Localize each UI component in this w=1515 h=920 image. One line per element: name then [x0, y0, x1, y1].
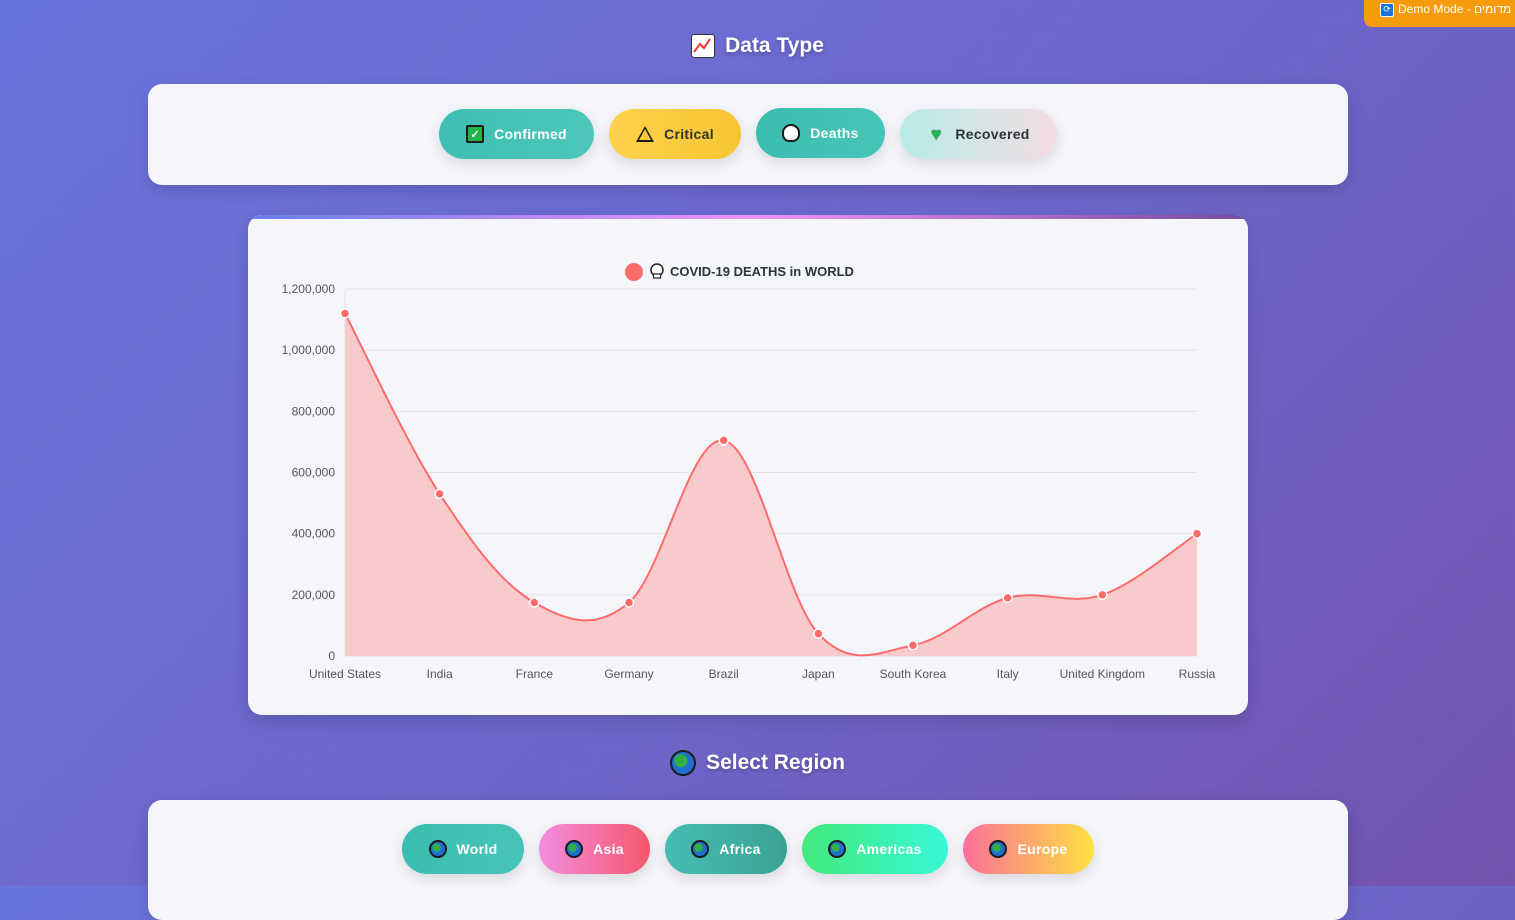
data-type-button-deaths[interactable]: Deaths: [756, 108, 885, 158]
y-tick-label: 0: [328, 649, 335, 663]
data-type-button-critical[interactable]: Critical: [609, 109, 741, 159]
y-tick-label: 800,000: [292, 404, 336, 418]
skull-icon: [650, 263, 664, 279]
region-button-label: Americas: [856, 841, 922, 857]
region-heading: Select Region: [0, 750, 1515, 776]
x-tick-label: South Korea: [880, 667, 947, 681]
x-tick-label: Japan: [802, 667, 835, 681]
data-point: [623, 597, 635, 608]
y-tick-label: 1,200,000: [282, 282, 336, 296]
region-button-americas[interactable]: Americas: [802, 824, 948, 874]
data-type-button-confirmed[interactable]: ✓ Confirmed: [439, 109, 594, 159]
data-point: [529, 597, 540, 608]
globe-icon: [670, 750, 697, 776]
demo-mode-label: Demo Mode - מדומים: [1398, 2, 1512, 16]
y-tick-label: 1,000,000: [282, 343, 336, 357]
data-point: [1002, 592, 1013, 604]
data-type-button-label: Deaths: [810, 125, 859, 141]
refresh-icon: ⟳: [1380, 3, 1394, 17]
data-type-button-label: Critical: [664, 126, 714, 142]
data-type-button-recovered[interactable]: ♥ Recovered: [900, 109, 1057, 159]
globe-icon: [428, 840, 447, 858]
data-type-button-label: Recovered: [955, 126, 1030, 142]
region-panel: World Asia Africa Americas Europe: [148, 800, 1348, 920]
data-type-buttons: ✓ Confirmed Critical Deaths ♥ Recovered: [439, 108, 1057, 159]
heart-icon: ♥: [930, 123, 942, 144]
deaths-chart: 0 200,000 400,000 600,000 800,000 1,000,000 1,…: [282, 263, 1216, 681]
data-point: [907, 640, 919, 651]
data-type-title: Data Type: [725, 34, 824, 57]
x-tick-label: France: [516, 667, 554, 681]
chart-increasing-icon: [691, 34, 716, 58]
series-area: [345, 313, 1197, 656]
x-tick-label: Russia: [1179, 667, 1216, 681]
legend-label: COVID-19 DEATHS in WORLD: [670, 264, 854, 279]
region-button-label: Europe: [1017, 841, 1068, 857]
legend-swatch: [625, 263, 643, 281]
x-tick-label: United Kingdom: [1060, 667, 1145, 681]
y-tick-label: 600,000: [292, 466, 336, 480]
check-icon: ✓: [466, 125, 485, 143]
skull-icon: [782, 124, 801, 142]
globe-icon: [989, 840, 1008, 858]
region-title: Select Region: [706, 751, 845, 774]
chart-card: 0 200,000 400,000 600,000 800,000 1,000,000 1,…: [248, 215, 1248, 715]
x-tick-label: Brazil: [709, 667, 739, 681]
data-point: [718, 435, 729, 446]
data-type-panel: ✓ Confirmed Critical Deaths ♥ Recovered: [148, 84, 1348, 185]
data-point: [1097, 589, 1108, 601]
region-button-label: Africa: [719, 841, 761, 857]
data-point: [339, 308, 351, 319]
globe-icon: [691, 840, 710, 858]
region-button-world[interactable]: World: [402, 824, 524, 874]
region-button-label: Asia: [593, 841, 624, 857]
warning-icon: [636, 126, 655, 142]
x-tick-label: India: [427, 667, 453, 681]
region-button-europe[interactable]: Europe: [963, 824, 1094, 874]
x-tick-label: Italy: [997, 667, 1019, 681]
x-tick-label: United States: [309, 667, 381, 681]
data-point: [434, 488, 445, 500]
region-button-africa[interactable]: Africa: [665, 824, 787, 874]
x-tick-label: Germany: [604, 667, 653, 681]
region-button-label: World: [456, 841, 498, 857]
globe-icon: [565, 840, 584, 858]
globe-icon: [828, 840, 847, 858]
data-point: [813, 628, 824, 639]
data-type-button-label: Confirmed: [494, 126, 567, 142]
y-tick-label: 400,000: [292, 527, 336, 541]
y-tick-label: 200,000: [292, 588, 336, 602]
data-point: [1191, 528, 1203, 539]
region-button-asia[interactable]: Asia: [539, 824, 650, 874]
region-buttons: World Asia Africa Americas Europe: [402, 824, 1094, 874]
data-type-heading: Data Type: [0, 34, 1515, 58]
demo-mode-badge[interactable]: ⟳ Demo Mode - מדומים: [1364, 0, 1515, 27]
